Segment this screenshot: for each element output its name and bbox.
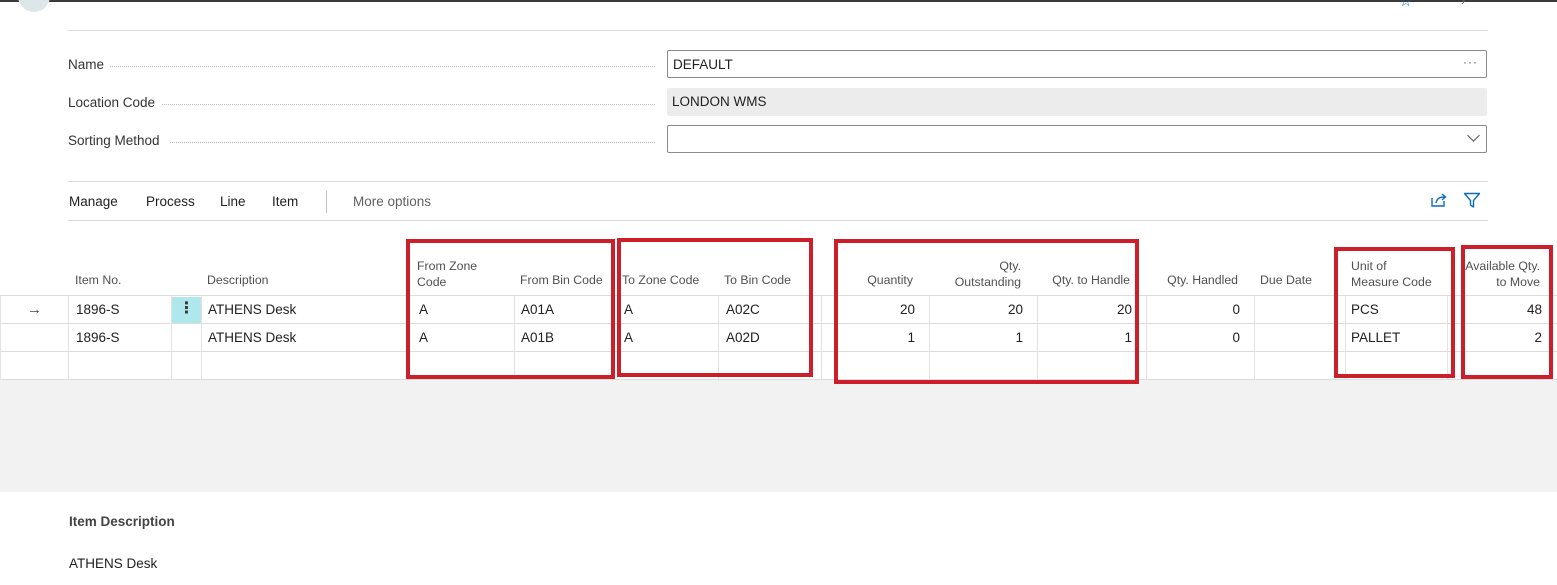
sorting-method-select[interactable] bbox=[667, 125, 1487, 153]
header-description[interactable]: Description bbox=[207, 272, 269, 288]
grid-line bbox=[68, 295, 69, 380]
name-lookup-button[interactable]: ··· bbox=[1463, 55, 1478, 69]
location-code-dots bbox=[162, 104, 655, 105]
highlight-available-qty bbox=[1461, 245, 1553, 379]
cell-item-no[interactable]: 1896-S bbox=[76, 302, 120, 317]
highlight-quantities bbox=[834, 239, 1139, 384]
item-description-value: ATHENS Desk bbox=[69, 556, 158, 571]
grid-empty-area bbox=[0, 380, 1557, 492]
process-action[interactable]: Process bbox=[146, 194, 195, 209]
filter-icon[interactable] bbox=[1463, 192, 1481, 209]
action-bar-divider bbox=[68, 220, 1488, 221]
header-due-date[interactable]: Due Date bbox=[1260, 272, 1312, 288]
top-border bbox=[0, 0, 1557, 2]
header-item-no[interactable]: Item No. bbox=[75, 272, 121, 288]
section-divider bbox=[68, 181, 1488, 182]
line-action[interactable]: Line bbox=[220, 194, 246, 209]
grid-line bbox=[201, 295, 202, 380]
location-code-field: LONDON WMS bbox=[667, 88, 1487, 116]
share-icon[interactable] bbox=[1430, 192, 1448, 208]
star-icon[interactable]: ☆ bbox=[1399, 0, 1412, 10]
grid-line bbox=[821, 295, 822, 380]
action-separator bbox=[326, 191, 327, 213]
cell-description[interactable]: ATHENS Desk bbox=[208, 330, 296, 345]
header-qty-handled[interactable]: Qty. Handled bbox=[1146, 272, 1238, 288]
chevron-icon[interactable]: › bbox=[1461, 0, 1465, 8]
name-value: DEFAULT bbox=[673, 57, 733, 72]
header-divider bbox=[68, 30, 1488, 31]
name-dots bbox=[110, 66, 655, 67]
item-description-label: Item Description bbox=[69, 514, 175, 529]
arrow-right-icon: → bbox=[27, 301, 42, 318]
highlight-unit-of-measure bbox=[1334, 247, 1455, 378]
name-label: Name bbox=[68, 57, 105, 72]
item-action[interactable]: Item bbox=[272, 194, 298, 209]
grid-line bbox=[1254, 295, 1255, 380]
name-field[interactable]: DEFAULT ··· bbox=[667, 50, 1487, 78]
chevron-down-icon bbox=[1467, 129, 1480, 142]
highlight-from-zone-bin bbox=[406, 239, 615, 379]
sorting-method-dots bbox=[170, 142, 655, 143]
avatar[interactable] bbox=[18, 0, 50, 12]
row-actions-button[interactable]: ⋮ bbox=[172, 297, 201, 323]
grid-line bbox=[0, 295, 1, 380]
more-options-action[interactable]: More options bbox=[353, 194, 431, 209]
cell-description[interactable]: ATHENS Desk bbox=[208, 302, 296, 317]
manage-action[interactable]: Manage bbox=[69, 194, 118, 209]
more-vertical-icon: ⋮ bbox=[178, 300, 195, 317]
cell-item-no[interactable]: 1896-S bbox=[76, 330, 120, 345]
location-code-label: Location Code bbox=[68, 95, 156, 110]
location-code-value: LONDON WMS bbox=[672, 94, 767, 109]
sorting-method-label: Sorting Method bbox=[68, 133, 160, 148]
grid-line bbox=[1146, 295, 1147, 380]
cell-handled[interactable]: 0 bbox=[1152, 330, 1240, 345]
highlight-to-zone-bin bbox=[617, 238, 813, 377]
cell-handled[interactable]: 0 bbox=[1152, 302, 1240, 317]
